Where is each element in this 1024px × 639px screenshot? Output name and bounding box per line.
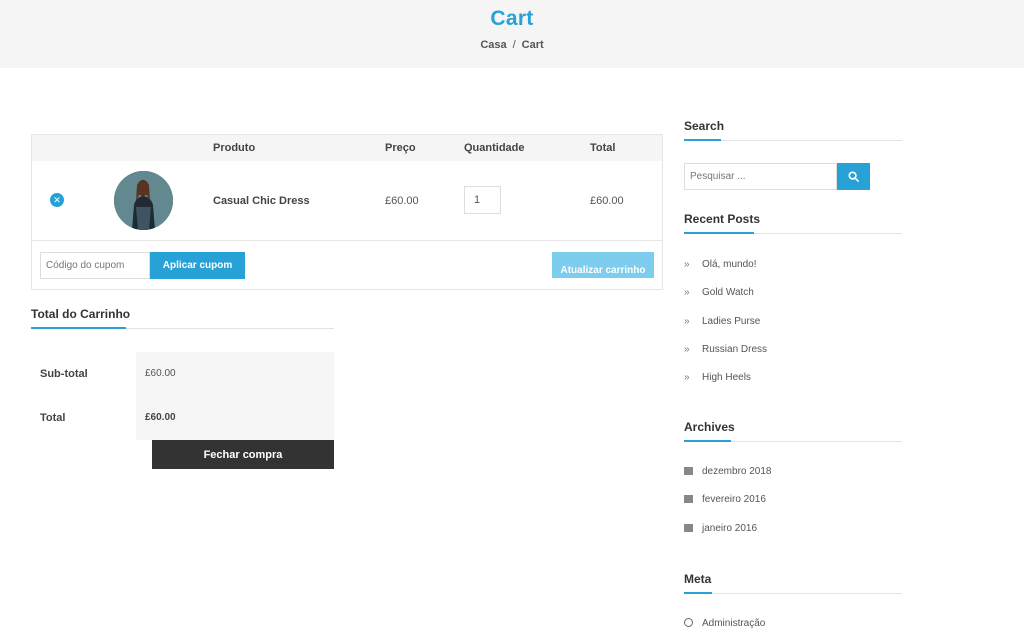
archive-label: dezembro 2018 (702, 466, 772, 477)
archives-title: Archives (684, 420, 735, 434)
remove-item-icon[interactable]: ✕ (50, 193, 64, 207)
coupon-code-input[interactable] (40, 252, 150, 279)
meta-title: Meta (684, 572, 712, 586)
archive-label: janeiro 2016 (702, 523, 758, 534)
subtotal-value: £60.00 (145, 368, 176, 379)
archive-label: fevereiro 2016 (702, 494, 766, 505)
archive-box-icon (684, 524, 693, 532)
search-button[interactable] (837, 163, 870, 190)
recent-posts-title: Recent Posts (684, 212, 761, 226)
archives-accent-bar (684, 440, 731, 442)
breadcrumb-home-link[interactable]: Casa (480, 39, 506, 51)
recent-post-label: Olá, mundo! (702, 259, 757, 270)
search-input[interactable] (684, 163, 837, 190)
page-header: Cart Casa / Cart (0, 0, 1024, 68)
search-widget-title: Search (684, 119, 725, 133)
total-label: Total (40, 412, 66, 424)
chevron-right-icon: » (684, 287, 690, 298)
product-price: £60.00 (385, 195, 419, 207)
quantity-input[interactable] (464, 186, 501, 214)
circle-icon (684, 618, 693, 627)
recent-posts-accent-bar (684, 232, 754, 234)
total-value: £60.00 (145, 412, 176, 423)
line-total: £60.00 (590, 195, 624, 207)
page-title: Cart (490, 7, 534, 30)
cart-totals-values-background (136, 352, 334, 440)
cart-item-row: ✕ Casual Chic Dress £60.00 £60.00 (32, 161, 662, 241)
chevron-right-icon: » (684, 344, 690, 355)
chevron-right-icon: » (684, 316, 690, 327)
recent-post-link[interactable]: » Russian Dress (684, 344, 767, 355)
recent-post-link[interactable]: » Ladies Purse (684, 316, 760, 327)
dress-photo-image (114, 171, 173, 230)
recent-post-label: High Heels (702, 372, 751, 383)
cart-totals-heading: Total do Carrinho (31, 307, 131, 321)
subtotal-label: Sub-total (40, 368, 88, 380)
product-thumbnail[interactable] (114, 171, 173, 230)
column-header-total: Total (590, 142, 616, 154)
chevron-right-icon: » (684, 372, 690, 383)
column-header-quantity: Quantidade (464, 142, 525, 154)
recent-post-label: Ladies Purse (702, 316, 761, 327)
archive-box-icon (684, 467, 693, 475)
recent-post-label: Russian Dress (702, 344, 768, 355)
recent-post-link[interactable]: » Gold Watch (684, 287, 754, 298)
archive-box-icon (684, 495, 693, 503)
chevron-right-icon: » (684, 259, 690, 270)
cart-totals-accent-bar (31, 327, 126, 329)
meta-accent-bar (684, 592, 712, 594)
update-cart-button[interactable]: Atualizar carrinho (552, 252, 654, 278)
breadcrumb: Casa / Cart (0, 39, 1024, 51)
search-icon (848, 171, 859, 182)
meta-label: Administração (702, 618, 766, 629)
recent-post-label: Gold Watch (702, 287, 754, 298)
breadcrumb-separator: / (512, 39, 516, 51)
breadcrumb-current: Cart (521, 39, 544, 51)
recent-post-link[interactable]: » High Heels (684, 372, 751, 383)
archive-link[interactable]: fevereiro 2016 (684, 494, 766, 505)
meta-divider (684, 593, 902, 594)
column-header-price: Preço (385, 142, 416, 154)
cart-table: Produto Preço Quantidade Total ✕ Casual … (31, 134, 663, 290)
recent-post-link[interactable]: » Olá, mundo! (684, 259, 756, 270)
column-header-product: Produto (213, 142, 256, 154)
meta-link[interactable]: Administração (684, 618, 765, 629)
archive-link[interactable]: janeiro 2016 (684, 523, 757, 534)
archive-link[interactable]: dezembro 2018 (684, 466, 772, 477)
checkout-button[interactable]: Fechar compra (152, 440, 334, 469)
apply-coupon-button[interactable]: Aplicar cupom (150, 252, 245, 279)
product-name-link[interactable]: Casual Chic Dress (213, 195, 310, 207)
search-widget-accent-bar (684, 139, 721, 141)
cart-table-header: Produto Preço Quantidade Total (32, 135, 662, 161)
